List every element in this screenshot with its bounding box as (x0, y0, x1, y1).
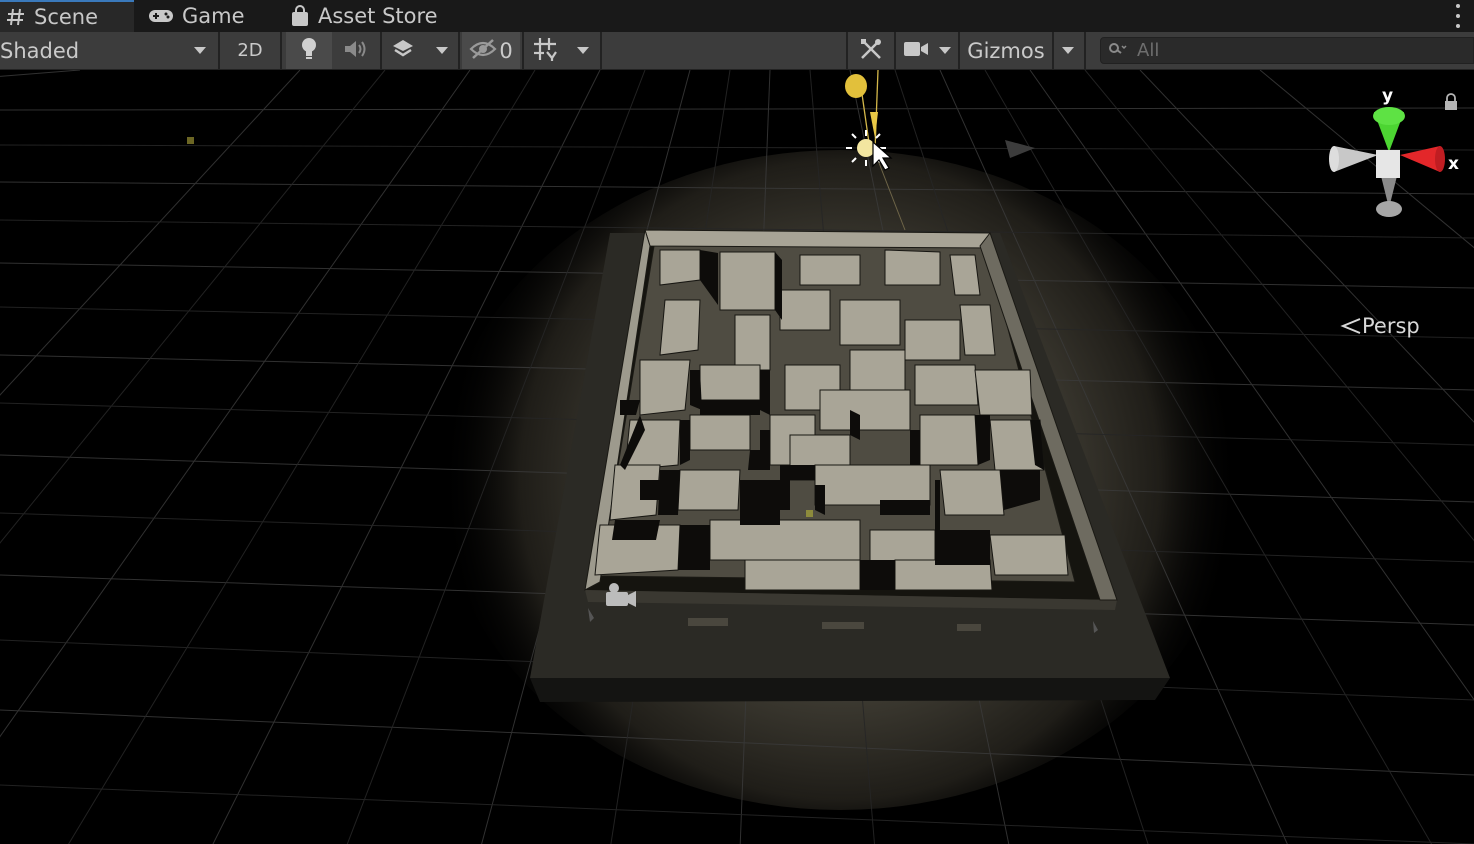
grid-toggle-button[interactable] (526, 32, 564, 69)
tab-game[interactable]: Game (148, 0, 245, 32)
camera-settings-dropdown[interactable] (934, 32, 956, 69)
tab-scene[interactable]: Scene (0, 0, 134, 32)
gizmos-button[interactable]: Gizmos (962, 32, 1050, 69)
tab-label: Asset Store (318, 4, 438, 28)
search-input[interactable] (1135, 39, 1439, 62)
2d-toggle-button[interactable]: 2D (224, 32, 276, 69)
camera-settings-button[interactable] (898, 32, 934, 69)
projection-toggle[interactable]: Persp (1340, 314, 1420, 338)
scene-viewport[interactable]: y x Persp (0, 70, 1474, 844)
gizmo-y-label: y (1382, 86, 1394, 106)
gizmos-dropdown[interactable] (1054, 32, 1082, 69)
waypoint-marker (187, 137, 194, 144)
lighting-toggle-button[interactable] (286, 32, 332, 69)
hash-icon (6, 7, 26, 27)
hidden-count: 0 (499, 38, 513, 63)
chevron-down-icon (577, 47, 589, 54)
chevron-down-icon (1062, 47, 1074, 54)
2d-label: 2D (237, 40, 263, 61)
effects-toggle-button[interactable] (384, 32, 422, 69)
hidden-eye-icon (469, 38, 497, 63)
audio-toggle-button[interactable] (334, 32, 378, 69)
chevron-left-icon (1340, 318, 1361, 334)
gizmos-label: Gizmos (967, 38, 1045, 63)
scene-visibility-toggle[interactable]: 0 (462, 32, 520, 69)
search-icon (1109, 41, 1127, 60)
chevron-down-icon (194, 47, 206, 54)
gamepad-icon (148, 8, 174, 24)
camera-icon (903, 40, 929, 62)
layers-icon (391, 38, 415, 64)
grid-icon (532, 36, 558, 66)
chevron-down-icon (939, 47, 951, 54)
tab-label: Game (182, 4, 245, 28)
grid-dropdown[interactable] (568, 32, 598, 69)
shading-mode-dropdown[interactable]: Shaded (0, 32, 216, 69)
scene-render (0, 70, 1474, 844)
scene-search-field[interactable] (1100, 37, 1474, 64)
shading-mode-value: Shaded (0, 38, 80, 63)
effects-dropdown[interactable] (428, 32, 456, 69)
gizmo-x-label[interactable]: x (1448, 154, 1459, 174)
scene-toolbar: Shaded 2D 0 Gizmos All (0, 32, 1474, 70)
tools-icon (859, 37, 883, 65)
tab-label: Scene (34, 5, 99, 29)
lightbulb-icon (300, 37, 318, 65)
projection-label: Persp (1362, 314, 1420, 338)
chevron-down-icon (436, 47, 448, 54)
speaker-icon (343, 39, 369, 63)
shopping-bag-icon (290, 5, 310, 27)
tools-button[interactable] (850, 32, 892, 69)
more-options-icon[interactable] (1456, 4, 1462, 28)
tab-asset-store[interactable]: Asset Store (290, 0, 438, 32)
editor-tab-bar: Scene Game Asset Store (0, 0, 1474, 32)
waypoint-marker (806, 510, 813, 517)
